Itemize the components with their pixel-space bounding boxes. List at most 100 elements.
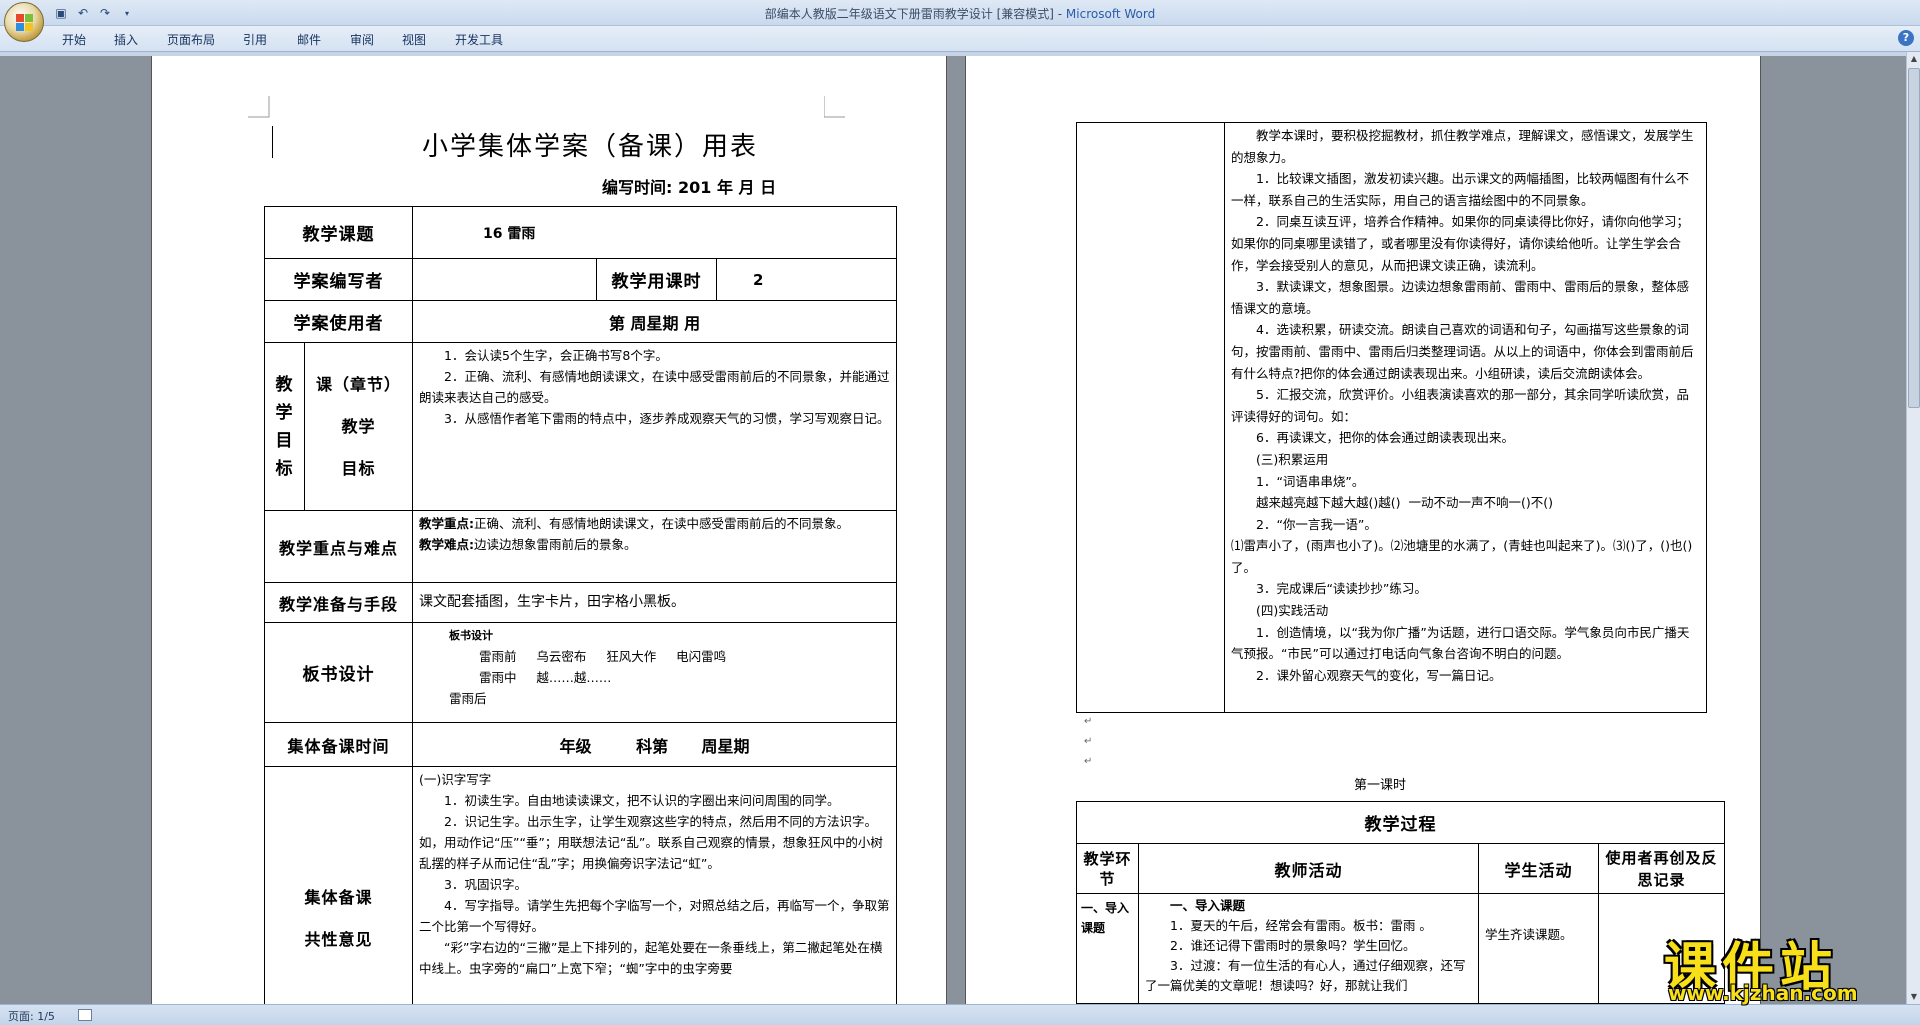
document-area: 小学集体学案（备课）用表 编写时间: 201 年 月 日 教学课题 16 雷雨 … (0, 56, 1906, 1004)
help-icon[interactable]: ? (1898, 30, 1914, 46)
content-line: 1．创造情境，以“我为你广播”为话题，进行口语交际。学气象员向市民广播天气预报。… (1231, 624, 1690, 662)
key-point: 正确、流利、有感情地朗读课文，在读中感受雷雨前后的不同景象。 (474, 516, 850, 531)
office-button[interactable] (4, 2, 44, 42)
opinion-item: 2．识记生字。出示生字，让学生观察这些字的特点，然后用不同的方法识字。如，用动作… (419, 814, 883, 871)
tab-view[interactable]: 视图 (402, 31, 426, 48)
continued-table: 教学本课时，要积极挖掘教材，抓住教学难点，理解课文，感悟课文，发展学生的想象力。… (1076, 122, 1707, 713)
process-table: 教学过程 教学环节 教师活动 学生活动 使用者再创及反思记录 一、导入课题 一、… (1076, 801, 1725, 1004)
collective-time-value: 年级 科第 周星期 (411, 722, 898, 767)
key-label: 教学重点与难点 (264, 510, 413, 583)
teacher-cell: 一、导入课题 1．夏天的午后，经常会有雷雨。板书：雷雨 。 2．谁还记得下雷雨时… (1138, 893, 1479, 1004)
board-line: 雷雨前 乌云密布 狂风大作 电闪雷鸣 (479, 649, 727, 664)
goal-item: 2．正确、流利、有感情地朗读课文，在读中感受雷雨前后的不同景象，并能通过朗读来表… (419, 369, 890, 405)
content-line: 2．同桌互读互评，培养合作精神。如果你的同桌读得比你好，请你向他学习；如果你的同… (1231, 214, 1689, 273)
crop-mark-icon (824, 96, 845, 118)
hours-label: 教学用课时 (596, 258, 717, 301)
header-step: 教学环节 (1076, 843, 1139, 894)
goals-char: 目 (275, 430, 294, 451)
continued-content: 教学本课时，要积极挖掘教材，抓住教学难点，理解课文，感悟课文，发展学生的想象力。… (1224, 122, 1707, 713)
app-name: Microsoft Word (1065, 7, 1156, 21)
tab-page-layout[interactable]: 页面布局 (167, 31, 215, 48)
author-label: 学案编写者 (264, 258, 413, 301)
user-label: 学案使用者 (264, 300, 413, 343)
opinion-content: (一)识字写字 1．初读生字。自由地读读课文，把不认识的字圈出来问问周围的同学。… (411, 766, 898, 1004)
topic-label: 教学课题 (264, 206, 413, 259)
tab-insert[interactable]: 插入 (114, 31, 138, 48)
opinion-item: (一)识字写字 (419, 772, 492, 787)
content-line: 越来越亮越下越大越()越() 一动不动一声不响一()不() (1256, 495, 1553, 511)
content-line: 4．选读积累，研读交流。朗读自己喜欢的词语和句子，勾画描写这些景象的词句，按雷雨… (1231, 322, 1694, 381)
header-reflection: 使用者再创及反思记录 (1598, 843, 1725, 894)
goals-char: 标 (275, 458, 294, 479)
difficulty-label: 教学难点: (419, 537, 474, 552)
goals-inner-label: 课（章节） 教学 目标 (304, 342, 413, 511)
scroll-down-icon[interactable]: ▼ (1908, 990, 1920, 1004)
header-student: 学生活动 (1478, 843, 1599, 894)
process-title: 教学过程 (1076, 801, 1725, 844)
paragraph-mark: ↵ (1084, 716, 1093, 727)
scroll-thumb[interactable] (1908, 68, 1920, 408)
hours-value: 2 (715, 258, 898, 301)
content-line: ⑴雷声小了，(雨声也小了)。⑵池塘里的水满了，(青蛙也叫起来了)。⑶()了，()… (1231, 538, 1693, 575)
header-teacher: 教师活动 (1138, 843, 1479, 894)
text-cursor (272, 126, 273, 158)
scroll-up-icon[interactable]: ▲ (1908, 52, 1920, 66)
watermark-logo: 课件站 www.kjzhan.com (1660, 925, 1900, 1005)
prep-label: 教学准备与手段 (264, 582, 413, 623)
vertical-scrollbar[interactable]: ▲ ▼ (1906, 52, 1920, 1004)
content-line: 2．课外留心观察天气的变化，写一篇日记。 (1256, 667, 1502, 683)
page-count[interactable]: 页面: 1/5 (8, 1008, 55, 1024)
key-content: 教学重点:正确、流利、有感情地朗读课文，在读中感受雷雨前后的不同景象。 教学难点… (411, 510, 898, 583)
teacher-line: 1．夏天的午后，经常会有雷雨。板书：雷雨 。 (1170, 918, 1432, 933)
goals-char: 教 (275, 374, 294, 395)
topic-value: 16 雷雨 (411, 206, 898, 259)
opinion-label: 集体备课 共性意见 (264, 766, 413, 1004)
crop-mark-icon (248, 96, 270, 118)
page-1: 小学集体学案（备课）用表 编写时间: 201 年 月 日 教学课题 16 雷雨 … (152, 56, 946, 1004)
teacher-line: 一、导入课题 (1170, 898, 1246, 913)
paragraph-mark: ↵ (1084, 736, 1093, 747)
goals-char: 学 (275, 402, 294, 423)
content-line: 1．“词语串串烧”。 (1256, 473, 1365, 489)
continued-left-cell (1076, 122, 1225, 713)
opinion-label-line: 集体备课 (304, 888, 373, 907)
tab-developer[interactable]: 开发工具 (455, 31, 503, 48)
tab-home[interactable]: 开始 (62, 31, 86, 48)
opinion-item: 1．初读生字。自由地读读课文，把不认识的字圈出来问问周围的同学。 (444, 793, 840, 808)
goals-content: 1．会认读5个生字，会正确书写8个字。 2．正确、流利、有感情地朗读课文，在读中… (411, 342, 898, 511)
board-heading: 板书设计 (449, 629, 493, 642)
paragraph-mark: ↵ (1084, 756, 1093, 767)
difficulty: 边读边想象雷雨前后的景象。 (474, 537, 637, 552)
board-line: 雷雨中 越……越…… (479, 670, 612, 685)
board-line: 雷雨后 (449, 691, 487, 706)
opinion-item: 4．写字指导。请学生先把每个字临写一个，对照总结之后，再临写一个，争取第二个比第… (419, 898, 890, 934)
prep-value: 课文配套插图，生字卡片，田字格小黑板。 (411, 582, 898, 623)
content-line: 3．完成课后“读读抄抄”练习。 (1256, 581, 1427, 597)
teacher-line: 2．谁还记得下雷雨时的景象吗？学生回忆。 (1170, 938, 1416, 953)
opinion-label-line: 共性意见 (304, 930, 373, 949)
content-line: (三)积累运用 (1256, 451, 1329, 467)
watermark-url: www.kjzhan.com (1668, 981, 1858, 1005)
content-line: 1．比较课文插图，激发初读兴趣。出示课文的两幅插图，比较两幅图有什么不一样，联系… (1231, 171, 1689, 208)
content-line: 5．汇报交流，欣赏评价。小组表演读喜欢的那一部分，其余同学听读欣赏，品评读得好的… (1231, 387, 1689, 424)
opinion-item: “彩”字右边的“三撇”是上下排列的，起笔处要在一条垂线上，第二撇起笔处在横中线上… (419, 940, 883, 976)
page-2: 教学本课时，要积极挖掘教材，抓住教学难点，理解课文，感悟课文，发展学生的想象力。… (966, 56, 1760, 1004)
status-bar: 页面: 1/5 (0, 1004, 1920, 1025)
board-label: 板书设计 (264, 622, 413, 723)
lesson-label: 第一课时 (1354, 778, 1407, 793)
teacher-line: 3．过渡：有一位生活的有心人，通过仔细观察，还写了一篇优美的文章呢！想读吗？好，… (1145, 958, 1466, 993)
step-cell: 一、导入课题 (1076, 893, 1139, 1004)
goal-item: 3．从感悟作者笔下雷雨的特点中，逐步养成观察天气的习惯，学习写观察日记。 (444, 411, 890, 426)
goals-outer-label: 教 学 目 标 (264, 342, 305, 511)
tab-mailings[interactable]: 邮件 (297, 31, 321, 48)
page-title: 小学集体学案（备课）用表 (422, 132, 759, 162)
proofing-icon[interactable] (78, 1009, 92, 1021)
ribbon-tabs: 开始 插入 页面布局 引用 邮件 审阅 视图 开发工具 ? (0, 26, 1920, 52)
key-point-label: 教学重点: (419, 516, 474, 531)
board-content: 板书设计 雷雨前 乌云密布 狂风大作 电闪雷鸣 雷雨中 越……越…… 雷雨后 (411, 622, 898, 723)
collective-time-label: 集体备课时间 (264, 722, 413, 767)
tab-references[interactable]: 引用 (243, 31, 267, 48)
tab-review[interactable]: 审阅 (350, 31, 374, 48)
window-title: 部编本人教版二年级语文下册雷雨教学设计 [兼容模式] - Microsoft W… (0, 5, 1920, 22)
user-value: 第 周星期 用 (411, 300, 898, 343)
